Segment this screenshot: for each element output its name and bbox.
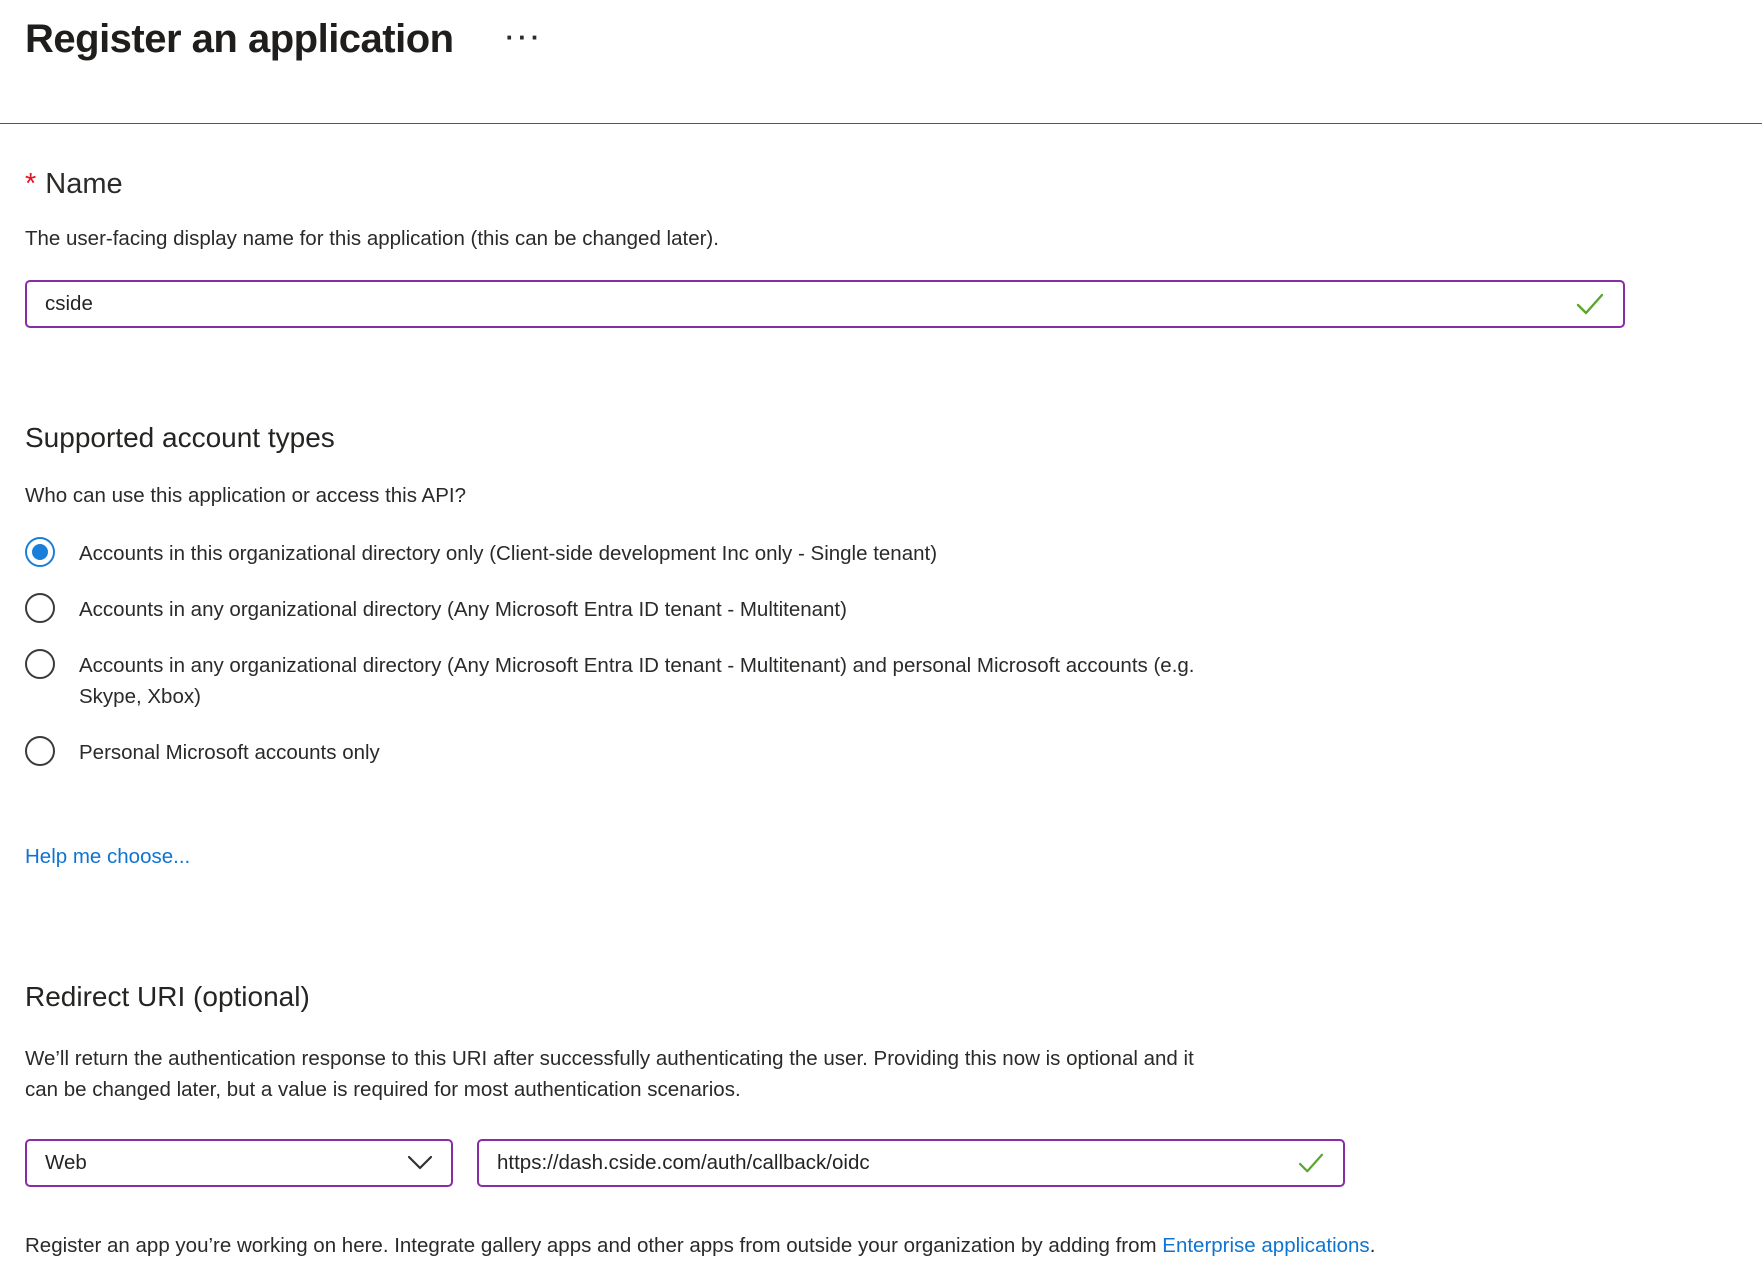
radio-button[interactable] [25, 537, 55, 567]
account-types-heading: Supported account types [25, 422, 1737, 454]
page-title: Register an application [25, 16, 454, 62]
enterprise-applications-link[interactable]: Enterprise applications [1162, 1234, 1369, 1257]
radio-option-single-tenant[interactable]: Accounts in this organizational director… [25, 536, 1737, 570]
redirect-uri-controls: Web [25, 1139, 1737, 1187]
radio-option-multitenant[interactable]: Accounts in any organizational directory… [25, 592, 1737, 626]
name-field-description: The user-facing display name for this ap… [25, 223, 1737, 254]
platform-select-dropdown[interactable]: Web [25, 1139, 453, 1187]
radio-button[interactable] [25, 736, 55, 766]
valid-check-icon [1575, 292, 1605, 316]
radio-button[interactable] [25, 649, 55, 679]
footer-period: . [1370, 1234, 1376, 1257]
footer-text: Register an app you’re working on here. … [25, 1234, 1162, 1257]
redirect-uri-description: We’ll return the authentication response… [25, 1043, 1200, 1105]
more-actions-button[interactable]: ··· [506, 24, 544, 50]
redirect-uri-input[interactable] [497, 1151, 1285, 1175]
radio-option-label: Personal Microsoft accounts only [79, 735, 380, 769]
platform-select-value: Web [45, 1151, 87, 1175]
radio-dot [32, 544, 48, 560]
name-field-label: * Name [25, 168, 1737, 201]
account-types-question: Who can use this application or access t… [25, 484, 1737, 508]
required-asterisk: * [25, 168, 36, 200]
radio-dot [32, 600, 48, 616]
name-label-text: Name [45, 168, 122, 200]
radio-option-label: Accounts in any organizational directory… [79, 592, 847, 626]
register-form: * Name The user-facing display name for t… [0, 168, 1762, 1262]
redirect-uri-input-container [477, 1139, 1345, 1187]
chevron-down-icon [407, 1155, 433, 1171]
radio-option-multitenant-personal[interactable]: Accounts in any organizational directory… [25, 648, 1737, 714]
redirect-uri-heading: Redirect URI (optional) [25, 981, 1737, 1013]
radio-option-label: Accounts in this organizational director… [79, 536, 937, 570]
radio-dot [32, 656, 48, 672]
radio-dot [32, 743, 48, 759]
name-input[interactable] [45, 292, 1563, 316]
help-me-choose-link[interactable]: Help me choose... [25, 845, 190, 869]
valid-check-icon [1297, 1152, 1325, 1174]
page-header: Register an application ··· [0, 0, 1762, 124]
name-input-container [25, 280, 1625, 328]
radio-button[interactable] [25, 593, 55, 623]
footer-note: Register an app you’re working on here. … [25, 1231, 1737, 1262]
account-types-radio-group: Accounts in this organizational director… [25, 536, 1737, 769]
radio-option-label: Accounts in any organizational directory… [79, 648, 1199, 714]
radio-option-personal-only[interactable]: Personal Microsoft accounts only [25, 735, 1737, 769]
